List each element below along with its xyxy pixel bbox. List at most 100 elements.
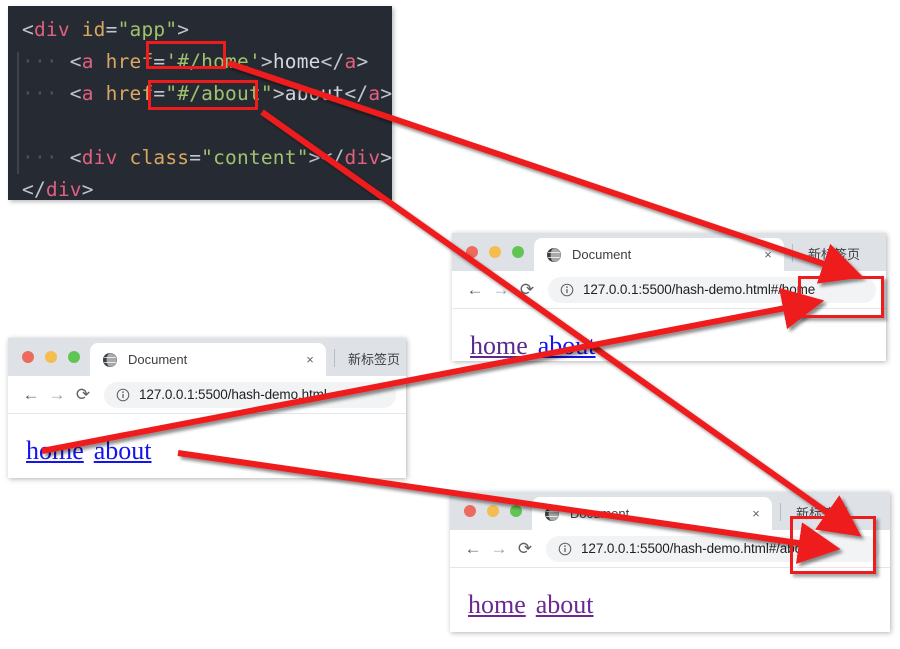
code-token: div — [81, 146, 118, 169]
close-window-button[interactable] — [466, 246, 478, 258]
tab-close-button[interactable]: × — [760, 247, 776, 262]
code-token: </ — [22, 178, 46, 200]
page-link-about[interactable]: about — [536, 590, 594, 619]
code-token: < — [69, 82, 82, 105]
reload-button[interactable]: ⟳ — [70, 382, 96, 408]
url-base-text: 127.0.0.1:5500/hash-demo.htm — [583, 282, 768, 297]
nav-links[interactable]: home about — [468, 590, 890, 620]
minimize-window-button[interactable] — [489, 246, 501, 258]
page-link-about[interactable]: about — [94, 436, 152, 465]
indent-dots: ··· — [22, 82, 58, 105]
close-window-button[interactable] — [464, 505, 476, 517]
maximize-window-button[interactable] — [68, 351, 80, 363]
info-icon[interactable] — [558, 542, 572, 556]
globe-icon — [545, 506, 559, 521]
page-link-home[interactable]: home — [26, 436, 84, 465]
code-token: > — [272, 82, 285, 105]
reload-button[interactable]: ⟳ — [514, 277, 540, 303]
maximize-window-button[interactable] — [512, 246, 524, 258]
window-controls[interactable] — [464, 505, 522, 517]
code-token: "content" — [201, 146, 309, 169]
code-token: home — [272, 50, 321, 73]
code-token: < — [69, 50, 82, 73]
window-controls[interactable] — [466, 246, 524, 258]
page-viewport: home about — [450, 568, 890, 620]
code-token: > — [260, 50, 273, 73]
code-token: id — [81, 18, 106, 41]
forward-button[interactable]: → — [486, 536, 512, 562]
code-token: class — [129, 146, 190, 169]
back-button[interactable]: ← — [462, 277, 488, 303]
url-base-text: 127.0.0.1:5500/hash-demo.htm — [581, 541, 766, 556]
tab-document[interactable]: Document × — [90, 343, 326, 376]
nav-links[interactable]: home about — [26, 436, 406, 466]
code-token: div — [45, 178, 82, 200]
code-token: = — [189, 146, 202, 169]
window-controls[interactable] — [22, 351, 80, 363]
new-tab-label[interactable]: 新标签页 — [348, 349, 400, 368]
close-window-button[interactable] — [22, 351, 34, 363]
code-line-4: ··· <div class="content"></div> — [8, 142, 392, 174]
page-link-home[interactable]: home — [470, 331, 528, 360]
code-token: div — [344, 146, 381, 169]
code-token: "app" — [117, 18, 178, 41]
tab-separator — [780, 503, 781, 521]
tab-document[interactable]: Document × — [534, 238, 784, 271]
code-token: a — [81, 50, 94, 73]
page-viewport: home about — [8, 414, 406, 466]
code-token: href — [105, 82, 154, 105]
tab-strip: Document × 新标签页 — [8, 338, 406, 376]
page-link-home[interactable]: home — [468, 590, 526, 619]
forward-button[interactable]: → — [44, 382, 70, 408]
page-link-about[interactable]: about — [538, 331, 596, 360]
tab-separator — [334, 349, 335, 367]
globe-icon — [103, 352, 117, 367]
code-token: > — [177, 18, 190, 41]
maximize-window-button[interactable] — [510, 505, 522, 517]
code-token: < — [22, 18, 34, 41]
tab-title: Document — [572, 247, 632, 262]
url-base-text: 127.0.0.1:5500/hash-demo.html — [139, 387, 327, 402]
highlight-url-hash-about — [790, 516, 876, 574]
code-token: a — [368, 82, 381, 105]
code-token: about — [284, 82, 345, 105]
browser-window-plain[interactable]: Document × 新标签页 ← → ⟳ 127.0.0.1:5500/has… — [8, 338, 406, 478]
indent-dots: ··· — [22, 50, 58, 73]
forward-button[interactable]: → — [488, 277, 514, 303]
tab-separator — [792, 244, 793, 262]
info-icon[interactable] — [116, 388, 130, 402]
address-bar[interactable]: 127.0.0.1:5500/hash-demo.html — [104, 381, 396, 408]
tab-document[interactable]: Document × — [532, 497, 772, 530]
code-token: > — [308, 146, 321, 169]
code-line-5: </div> — [8, 174, 392, 200]
tab-close-button[interactable]: × — [748, 506, 764, 521]
globe-icon — [547, 247, 561, 262]
new-tab-label[interactable]: 新标签页 — [808, 244, 860, 263]
code-token: </ — [344, 82, 369, 105]
browser-toolbar: ← → ⟳ 127.0.0.1:5500/hash-demo.html — [8, 376, 406, 414]
back-button[interactable]: ← — [18, 382, 44, 408]
highlight-href-home — [146, 41, 226, 69]
code-token: </ — [320, 146, 345, 169]
tab-close-button[interactable]: × — [302, 352, 318, 367]
code-token: a — [81, 82, 94, 105]
code-token: </ — [320, 50, 345, 73]
back-button[interactable]: ← — [460, 536, 486, 562]
reload-button[interactable]: ⟳ — [512, 536, 538, 562]
code-token: < — [69, 146, 82, 169]
code-token: > — [380, 82, 392, 105]
tab-title: Document — [128, 352, 188, 367]
info-icon[interactable] — [560, 283, 574, 297]
code-token: > — [81, 178, 94, 200]
tab-strip: Document × 新标签页 — [452, 233, 886, 271]
nav-links[interactable]: home about — [470, 331, 886, 361]
minimize-window-button[interactable] — [487, 505, 499, 517]
highlight-href-about — [148, 80, 258, 110]
minimize-window-button[interactable] — [45, 351, 57, 363]
code-token: div — [33, 18, 70, 41]
